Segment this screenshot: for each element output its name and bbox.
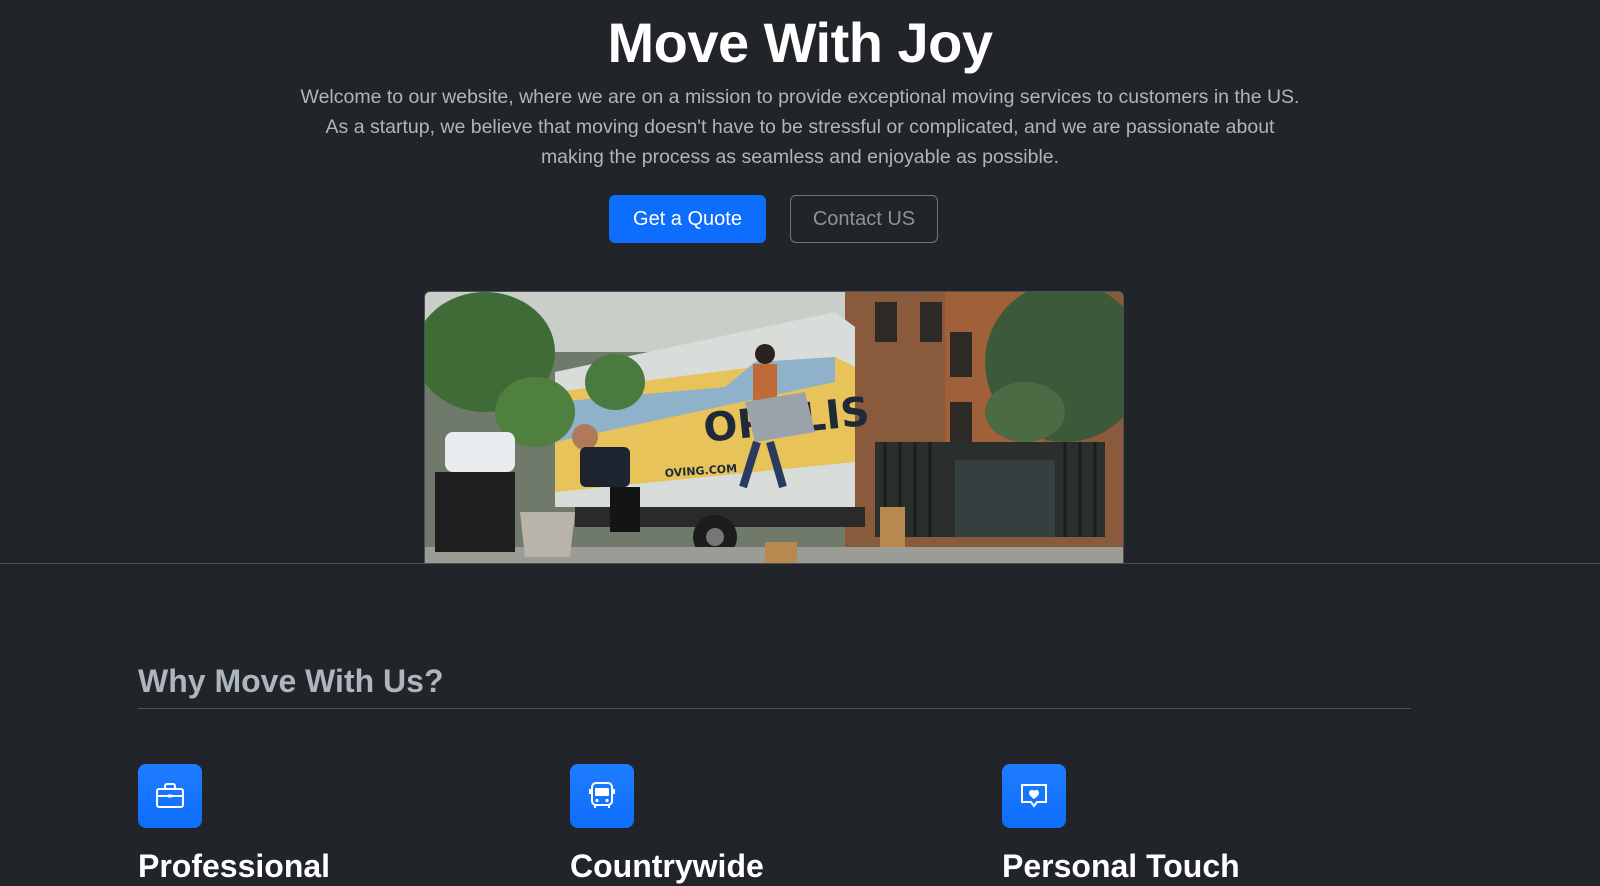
features-heading: Why Move With Us? (138, 650, 1411, 709)
feature-professional: Professional (138, 764, 518, 886)
features-section: Why Move With Us? Professional Countrywi… (138, 650, 1411, 884)
bus-icon (570, 764, 634, 828)
hero-section: Move With Joy Welcome to our website, wh… (0, 0, 1600, 563)
briefcase-icon (138, 764, 202, 828)
hero-lead-text: Welcome to our website, where we are on … (300, 86, 1300, 168)
feature-personal-touch: Personal Touch (1002, 764, 1382, 886)
feature-countrywide: Countrywide (570, 764, 950, 886)
contact-us-button[interactable]: Contact US (790, 195, 938, 243)
section-divider (0, 563, 1600, 564)
hero-title: Move With Joy (607, 11, 993, 74)
feature-title: Countrywide (570, 848, 764, 884)
feature-title: Personal Touch (1002, 848, 1240, 884)
get-a-quote-button[interactable]: Get a Quote (609, 195, 766, 243)
feature-title: Professional (138, 848, 331, 884)
chat-heart-icon (1002, 764, 1066, 828)
hero-moving-photo: OPOLIS OVING.COM (424, 291, 1124, 563)
